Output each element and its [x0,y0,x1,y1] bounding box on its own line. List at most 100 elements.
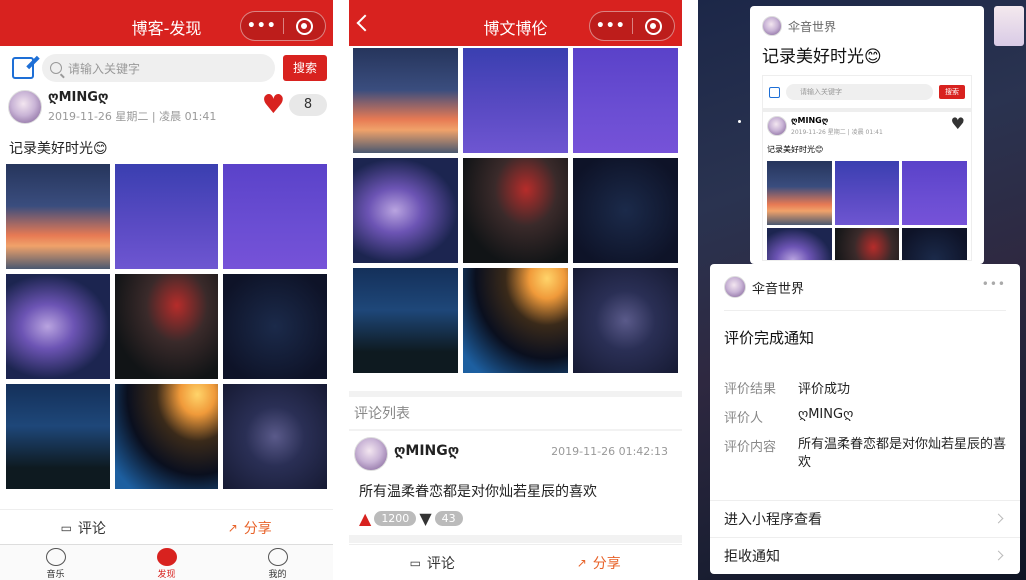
photo-thumbnail[interactable] [223,384,327,489]
tab-discover[interactable]: 发现 [111,545,222,580]
avatar[interactable] [8,90,42,124]
search-icon [50,62,62,74]
chat-avatar[interactable] [994,6,1024,46]
share-button[interactable]: ↗ 分享 [167,510,334,545]
preview-search-row: 请输入关键字 搜索 [763,76,971,108]
status-bar [349,0,682,8]
bottom-tabbar: 音乐 发现 我的 [0,544,333,580]
notification-app-name: 伞音世界 [752,281,805,297]
card-preview: 请输入关键字 搜索 ღMINGღ 2019-11-26 星期二 | 凌晨 01:… [762,75,972,261]
notification-header: 伞音世界 ••• [710,264,1020,310]
card-header: 伞音世界 [750,6,984,40]
photo-thumbnail[interactable] [573,158,678,263]
chevron-right-icon [993,513,1004,524]
photo-thumbnail[interactable] [573,268,678,373]
comment-votes: ▲ 1200 ▼ 43 [359,509,463,528]
photo-grid [349,46,682,373]
thumbs-down-icon[interactable]: ▼ [419,509,431,528]
tab-music[interactable]: 音乐 [0,545,111,580]
photo-thumbnail[interactable] [6,274,110,379]
notification-link[interactable]: 拒收通知 [710,537,1020,573]
share-button[interactable]: ↗ 分享 [516,545,683,580]
photo-thumbnail[interactable] [353,158,458,263]
planet-icon [156,548,177,566]
discover-screen: 博客-发现 ••• 请输入关键字 搜索 ღMINGღ 2019-11-26 星期… [0,0,333,580]
preview-time: 2019-11-26 星期二 | 凌晨 01:41 [791,129,883,136]
photo-thumbnail[interactable] [114,164,219,269]
photo-thumbnail[interactable] [223,274,327,379]
page-title: 博客-发现 [131,19,202,38]
link-label: 进入小程序查看 [724,511,822,528]
notification-row: 评价内容 所有温柔眷恋都是对你灿若星辰的喜欢 [710,436,1020,482]
like-control[interactable]: ♥ 8 [262,92,327,118]
comment-text: 所有温柔眷恋都是对你灿若星辰的喜欢 [359,484,597,500]
chat-screen: 伞音世界 记录美好时光😊 请输入关键字 搜索 ღMINGღ 2019-11-26… [698,0,1026,580]
share-icon: ↗ [227,520,238,535]
photo-thumbnail[interactable] [223,164,327,269]
photo-thumbnail [902,228,967,260]
comment-author[interactable]: ღMINGღ [394,443,459,459]
photo-thumbnail [834,161,900,225]
photo-thumbnail[interactable] [463,48,568,153]
comment-button[interactable]: ▭ 评论 [349,545,516,580]
downvote-count: 43 [434,511,463,526]
comments-heading: 评论列表 [349,397,682,429]
tab-me[interactable]: 我的 [222,545,333,580]
section-divider [349,535,682,543]
photo-thumbnail[interactable] [114,384,219,489]
post-text: 记录美好时光😊 [9,141,108,157]
row-label: 评价内容 [724,440,777,455]
tab-label: 发现 [157,570,176,580]
screenshot-collage: 博客-发现 ••• 请输入关键字 搜索 ღMINGღ 2019-11-26 星期… [0,0,1026,580]
photo-thumbnail [767,161,832,225]
link-label: 拒收通知 [724,548,780,565]
search-button[interactable]: 搜索 [282,55,327,81]
photo-thumbnail[interactable] [114,274,219,379]
post-author[interactable]: ღMINGღ [48,90,109,105]
more-options-icon[interactable]: ••• [982,277,1006,291]
preview-search-input: 请输入关键字 [786,84,933,100]
avatar[interactable] [354,437,388,471]
heart-icon[interactable]: ♥ [262,92,285,118]
card-title: 记录美好时光😊 [762,47,882,67]
more-menu-icon[interactable]: ••• [590,18,632,34]
status-bar [0,0,333,8]
shared-miniprogram-card[interactable]: 伞音世界 记录美好时光😊 请输入关键字 搜索 ღMINGღ 2019-11-26… [750,6,984,264]
photo-thumbnail[interactable] [6,384,110,489]
heart-icon: ♥ [950,114,965,133]
post-header: ღMINGღ 2019-11-26 星期二 | 凌晨 01:41 ♥ 8 [0,90,333,132]
share-label: 分享 [592,555,621,572]
preview-author: ღMINGღ [791,116,829,125]
miniprogram-capsule[interactable]: ••• [589,11,675,41]
photo-grid [0,164,333,489]
thumbs-up-icon[interactable]: ▲ [359,509,371,528]
search-row: 请输入关键字 搜索 [0,46,333,90]
avatar [767,116,787,136]
photo-thumbnail[interactable] [6,164,110,269]
close-miniprogram-icon[interactable] [632,17,674,35]
comment-time: 2019-11-26 01:42:13 [551,445,668,458]
notification-link[interactable]: 进入小程序查看 [710,500,1020,536]
notification-row: 评价结果 评价成功 [710,378,1020,407]
more-menu-icon[interactable]: ••• [241,18,283,34]
search-input[interactable]: 请输入关键字 [42,54,275,82]
comment-label: 评论 [426,555,455,572]
compose-icon[interactable] [12,57,34,79]
share-label: 分享 [243,520,272,537]
row-value: ღMINGღ [798,407,854,422]
chevron-right-icon [993,550,1004,561]
back-icon[interactable] [356,14,374,32]
comment-button[interactable]: ▭ 评论 [0,510,167,545]
miniprogram-capsule[interactable]: ••• [240,11,326,41]
photo-thumbnail[interactable] [353,268,458,373]
close-miniprogram-icon[interactable] [283,17,325,35]
photo-thumbnail[interactable] [463,158,568,263]
user-icon [267,548,288,566]
service-notification-card[interactable]: 伞音世界 ••• 评价完成通知 评价结果 评价成功 评价人 ღMINGღ 评价内… [710,264,1020,574]
photo-thumbnail[interactable] [463,268,568,373]
row-value: 所有温柔眷恋都是对你灿若星辰的喜欢 [798,437,1007,470]
preview-text: 记录美好时光😊 [767,145,824,154]
photo-thumbnail[interactable] [353,48,458,153]
photo-thumbnail[interactable] [573,48,678,153]
photo-thumbnail [767,228,832,260]
